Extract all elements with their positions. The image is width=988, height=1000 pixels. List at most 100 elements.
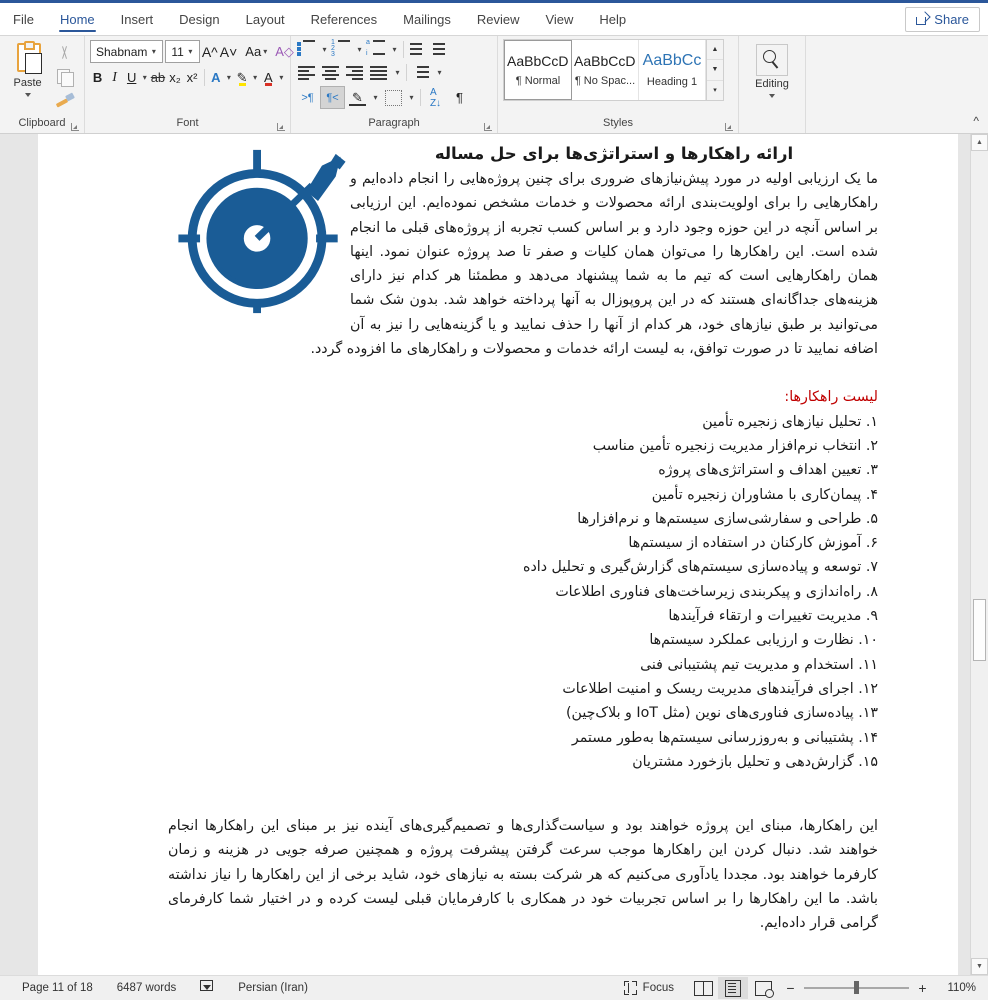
chevron-down-icon[interactable]: ▾ xyxy=(252,73,259,82)
style-normal[interactable]: AaBbCcDc ¶ Normal xyxy=(504,40,572,100)
chevron-down-icon[interactable]: ▾ xyxy=(147,47,160,56)
font-dialog-launcher[interactable] xyxy=(277,122,286,131)
font-name-combo[interactable]: Shabnam ▾ xyxy=(90,40,164,63)
zoom-slider-thumb[interactable] xyxy=(854,981,859,995)
language-status[interactable]: Persian (Iran) xyxy=(226,982,320,994)
chevron-down-icon[interactable]: ▾ xyxy=(141,73,148,82)
scroll-up-button[interactable]: ▲ xyxy=(971,134,988,151)
tab-view[interactable]: View xyxy=(532,3,586,35)
proofing-status-icon[interactable] xyxy=(188,980,226,996)
web-layout-button[interactable] xyxy=(748,977,778,999)
align-right-icon[interactable] xyxy=(344,63,367,82)
tab-references[interactable]: References xyxy=(298,3,390,35)
zoom-out-button[interactable]: − xyxy=(784,980,797,996)
tab-insert[interactable]: Insert xyxy=(108,3,167,35)
tab-mailings[interactable]: Mailings xyxy=(390,3,464,35)
tab-design[interactable]: Design xyxy=(166,3,232,35)
styles-dialog-launcher[interactable] xyxy=(725,122,734,131)
styles-scroll-up-button[interactable]: ▲ xyxy=(707,40,723,61)
bullet-list-icon[interactable] xyxy=(296,40,318,59)
collapse-ribbon-button[interactable]: ^ xyxy=(973,114,979,128)
increase-indent-icon[interactable] xyxy=(430,40,452,59)
shading-icon[interactable]: ✎ xyxy=(346,87,369,108)
chevron-down-icon[interactable]: ▾ xyxy=(354,45,365,54)
share-label: Share xyxy=(934,12,969,27)
sort-icon[interactable]: A Z↓ xyxy=(424,87,447,109)
decrease-indent-icon[interactable] xyxy=(407,40,429,59)
paragraph-dialog-launcher[interactable] xyxy=(484,122,493,131)
bold-button[interactable]: B xyxy=(90,67,105,88)
font-size-combo[interactable]: 11 ▾ xyxy=(165,40,200,63)
italic-button[interactable]: I xyxy=(107,67,122,88)
word-count-status[interactable]: 6487 words xyxy=(105,982,188,994)
editing-group-label xyxy=(739,116,805,133)
style-no-spacing[interactable]: AaBbCcDc ¶ No Spac... xyxy=(572,40,639,100)
editing-button[interactable]: Editing xyxy=(744,40,800,98)
chevron-down-icon[interactable]: ▾ xyxy=(184,47,197,56)
align-center-icon[interactable] xyxy=(320,63,343,82)
vertical-scrollbar[interactable]: ▲ ▼ xyxy=(970,134,988,975)
format-painter-icon[interactable] xyxy=(54,90,76,110)
scrollbar-thumb[interactable] xyxy=(973,599,986,661)
numbered-list-icon[interactable]: 123 xyxy=(331,39,353,59)
shrink-font-icon[interactable]: A˅ xyxy=(220,41,238,62)
chevron-down-icon[interactable]: ▾ xyxy=(263,47,267,56)
chevron-down-icon[interactable]: ▾ xyxy=(278,73,285,82)
page-number-status[interactable]: Page 11 of 18 xyxy=(10,982,105,994)
chevron-down-icon[interactable]: ▾ xyxy=(370,93,381,102)
align-left-icon[interactable] xyxy=(296,63,319,82)
ribbon: Paste Clipboard Shabnam ▾ 11 ▾ A^ A˅ Aa … xyxy=(0,36,988,134)
ltr-text-direction-button[interactable]: >¶ xyxy=(296,87,319,108)
grow-font-icon[interactable]: A^ xyxy=(202,41,218,62)
style-preview: AaBbCc xyxy=(642,52,702,69)
superscript-button[interactable]: x² xyxy=(185,67,200,88)
underline-button[interactable]: U xyxy=(124,67,139,88)
font-name-value: Shabnam xyxy=(96,44,148,59)
ribbon-group-paragraph: ▾ 123 ▾ ai ▾ ▾ ▾ >¶ ¶< ✎ ▾ ▾ A Z↓ ¶ Para… xyxy=(291,36,498,133)
document-content[interactable]: ارائه راهکارها و استراتژی‌ها برای حل مسا… xyxy=(168,144,878,936)
style-heading-1[interactable]: AaBbCc Heading 1 xyxy=(639,40,706,100)
tab-file[interactable]: File xyxy=(0,3,47,35)
font-color-icon[interactable]: A xyxy=(261,67,276,88)
share-button[interactable]: Share xyxy=(905,7,980,32)
change-case-icon[interactable]: Aa xyxy=(245,41,261,62)
document-page[interactable]: ارائه راهکارها و استراتژی‌ها برای حل مسا… xyxy=(38,134,958,975)
clipboard-dialog-launcher[interactable] xyxy=(71,122,80,131)
chevron-down-icon[interactable] xyxy=(24,93,31,97)
scroll-down-button[interactable]: ▼ xyxy=(971,958,988,975)
zoom-percentage[interactable]: 110% xyxy=(936,982,980,994)
multilevel-list-icon[interactable]: ai xyxy=(366,39,388,59)
chevron-down-icon[interactable]: ▾ xyxy=(389,45,400,54)
zoom-in-button[interactable]: + xyxy=(916,980,929,996)
subscript-button[interactable]: x₂ xyxy=(167,67,182,88)
chevron-down-icon[interactable]: ▾ xyxy=(225,73,232,82)
copy-icon[interactable] xyxy=(54,67,76,87)
tab-layout[interactable]: Layout xyxy=(233,3,298,35)
chevron-down-icon[interactable]: ▾ xyxy=(392,68,403,77)
tab-help[interactable]: Help xyxy=(586,3,639,35)
read-mode-button[interactable] xyxy=(688,977,718,999)
tab-review[interactable]: Review xyxy=(464,3,533,35)
strikethrough-button[interactable]: ab xyxy=(150,67,165,88)
chevron-down-icon[interactable]: ▾ xyxy=(434,68,445,77)
focus-mode-button[interactable]: Focus xyxy=(618,981,688,995)
rtl-text-direction-button[interactable]: ¶< xyxy=(320,86,345,109)
print-layout-button[interactable] xyxy=(718,977,748,999)
justify-icon[interactable] xyxy=(368,63,391,82)
chevron-down-icon[interactable] xyxy=(769,94,775,98)
styles-more-button[interactable]: ▾ xyxy=(707,81,723,100)
zoom-slider[interactable] xyxy=(804,981,909,995)
cut-icon[interactable] xyxy=(54,44,76,64)
highlight-color-icon[interactable]: ✎ xyxy=(235,67,250,88)
tab-home[interactable]: Home xyxy=(47,3,108,35)
show-formatting-marks-icon[interactable]: ¶ xyxy=(448,87,471,108)
chevron-down-icon[interactable]: ▾ xyxy=(406,93,417,102)
borders-icon[interactable] xyxy=(382,87,405,108)
line-spacing-icon[interactable] xyxy=(410,63,433,82)
chevron-down-icon[interactable]: ▾ xyxy=(319,45,330,54)
text-effects-icon[interactable]: A xyxy=(208,67,223,88)
styles-scroll-down-button[interactable]: ▼ xyxy=(707,60,723,81)
paste-button[interactable]: Paste xyxy=(5,40,50,97)
zoom-control[interactable]: − + 110% xyxy=(778,980,980,996)
